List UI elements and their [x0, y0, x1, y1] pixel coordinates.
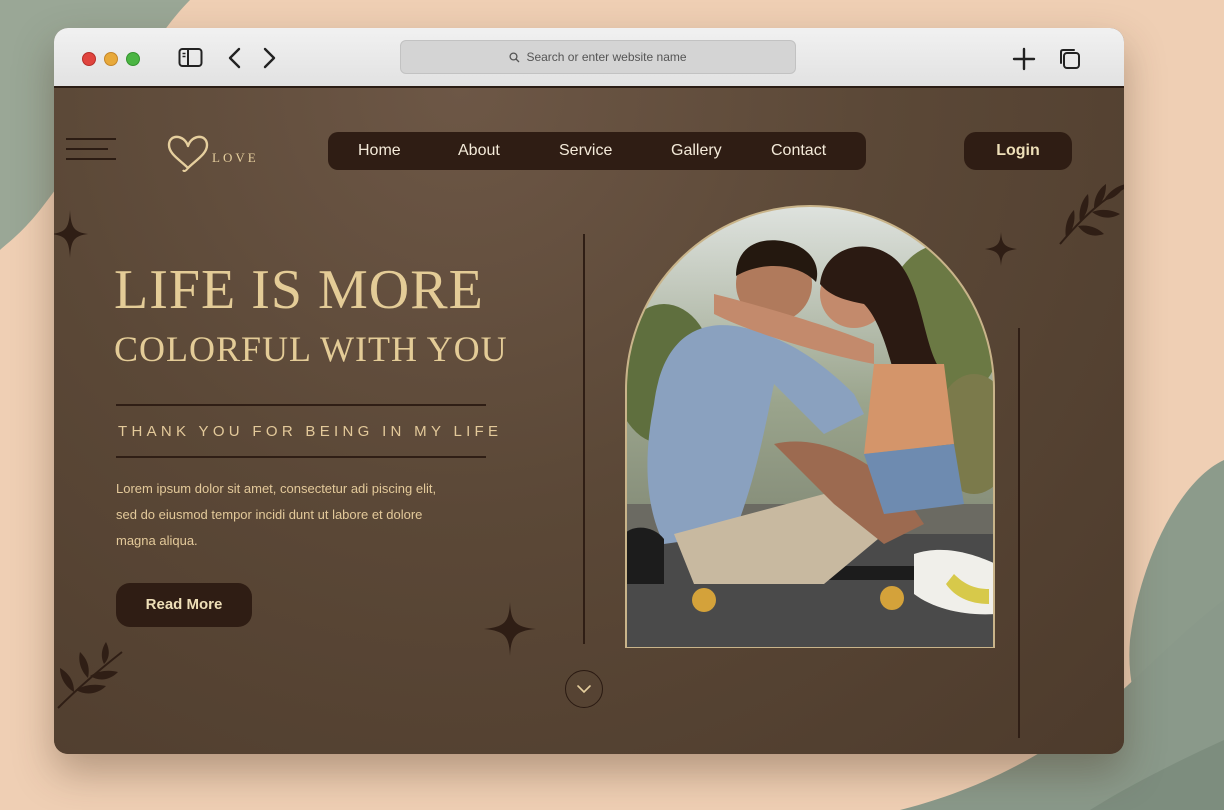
heart-logo-icon — [167, 135, 209, 172]
hero-headline: LIFE IS MORE — [114, 259, 484, 321]
nav-service[interactable]: Service — [559, 132, 612, 170]
tabs-overview-icon[interactable] — [1058, 47, 1082, 71]
browser-window: Search or enter website name LOVE Home A… — [54, 28, 1124, 754]
vertical-divider — [1018, 328, 1020, 738]
browser-toolbar: Search or enter website name — [54, 28, 1124, 88]
login-button[interactable]: Login — [964, 132, 1072, 170]
sparkle-icon — [54, 210, 88, 258]
site-logo[interactable]: LOVE — [166, 130, 259, 172]
nav-contact[interactable]: Contact — [771, 132, 826, 170]
vertical-divider — [583, 234, 585, 644]
maximize-window-button[interactable] — [126, 52, 140, 66]
main-navigation: Home About Service Gallery Contact — [328, 132, 866, 170]
leaf-branch-icon — [1059, 184, 1124, 245]
minimize-window-button[interactable] — [104, 52, 118, 66]
divider — [116, 404, 486, 406]
hero-tagline: THANK YOU FOR BEING IN MY LIFE — [118, 423, 503, 440]
hero-photo — [625, 204, 995, 648]
forward-icon[interactable] — [260, 46, 278, 70]
divider — [116, 456, 486, 458]
nav-about[interactable]: About — [458, 132, 500, 170]
logo-text: LOVE — [212, 150, 259, 165]
address-placeholder: Search or enter website name — [526, 50, 687, 64]
web-page: LOVE Home About Service Gallery Contact … — [54, 88, 1124, 754]
leaf-branch-icon — [57, 642, 123, 709]
address-bar[interactable]: Search or enter website name — [400, 40, 796, 74]
hero-description: Lorem ipsum dolor sit amet, consectetur … — [116, 481, 437, 548]
chevron-down-icon — [577, 685, 591, 694]
menu-icon[interactable] — [66, 138, 116, 168]
close-window-button[interactable] — [82, 52, 96, 66]
read-more-button[interactable]: Read More — [116, 583, 252, 627]
nav-gallery[interactable]: Gallery — [671, 132, 722, 170]
nav-home[interactable]: Home — [358, 132, 401, 170]
sidebar-icon[interactable] — [178, 47, 204, 69]
new-tab-icon[interactable] — [1012, 47, 1036, 71]
hero-subheadline: COLORFUL WITH YOU — [114, 329, 508, 369]
sparkle-icon — [484, 602, 536, 656]
search-icon — [509, 51, 520, 62]
back-icon[interactable] — [226, 46, 244, 70]
scroll-down-button[interactable] — [565, 670, 603, 708]
